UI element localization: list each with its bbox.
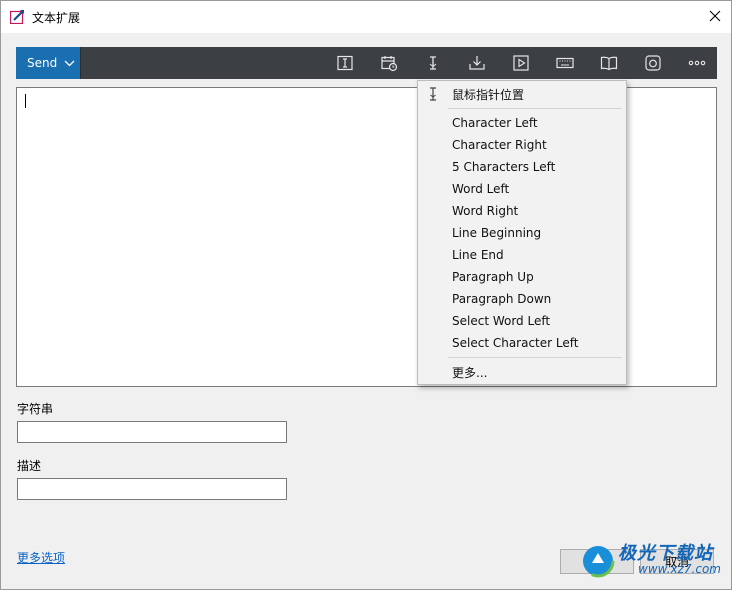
description-field[interactable] (17, 478, 287, 500)
keyboard-icon[interactable] (554, 52, 576, 74)
ok-button[interactable]: 确定 (560, 549, 634, 574)
description-label: 描述 (17, 459, 42, 473)
play-box-icon[interactable] (510, 52, 532, 74)
menu-item-label: 5 Characters Left (452, 160, 556, 174)
menu-item-label: Paragraph Down (452, 292, 552, 306)
menu-item-select-character-left[interactable]: Select Character Left (418, 332, 626, 354)
string-label: 字符串 (17, 402, 54, 416)
menu-item-label: Word Left (452, 182, 510, 196)
menu-item-label: Paragraph Up (452, 270, 534, 284)
cursor-position-icon (425, 86, 441, 102)
title-bar: 文本扩展 (1, 1, 731, 33)
more-options-link[interactable]: 更多选项 (17, 549, 65, 566)
close-button[interactable] (699, 1, 731, 31)
window-title: 文本扩展 (32, 11, 81, 25)
menu-item-character-left[interactable]: Character Left (418, 112, 626, 134)
menu-item-label: Line End (452, 248, 504, 262)
menu-item-label: Select Character Left (452, 336, 579, 350)
calendar-clock-icon[interactable] (378, 52, 400, 74)
cancel-button[interactable]: 取消 (640, 549, 714, 574)
send-label: Send (27, 56, 58, 70)
ok-label: 确定 (584, 555, 609, 569)
toolbar-divider (80, 47, 81, 79)
text-caret (25, 94, 26, 108)
close-icon (709, 10, 721, 22)
string-field[interactable] (17, 421, 287, 443)
book-icon[interactable] (598, 52, 620, 74)
menu-item-line-beginning[interactable]: Line Beginning (418, 222, 626, 244)
menu-item-word-right[interactable]: Word Right (418, 200, 626, 222)
menu-divider (448, 357, 622, 358)
menu-item-label: Select Word Left (452, 314, 551, 328)
snapshot-icon[interactable] (642, 52, 664, 74)
menu-item-label: 更多... (452, 365, 488, 380)
menu-item-cursor-position[interactable]: 鼠标指针位置 (418, 83, 626, 105)
toolbar: Send (16, 47, 717, 79)
menu-item-more[interactable]: 更多... (418, 361, 626, 383)
menu-item-5-characters-left[interactable]: 5 Characters Left (418, 156, 626, 178)
menu-item-line-end[interactable]: Line End (418, 244, 626, 266)
text-cursor-box-icon[interactable] (334, 52, 356, 74)
menu-item-select-word-left[interactable]: Select Word Left (418, 310, 626, 332)
menu-divider (448, 108, 622, 109)
menu-item-label: 鼠标指针位置 (452, 87, 525, 102)
more-horizontal-icon[interactable] (686, 52, 708, 74)
dialog-window: 文本扩展 Send 字符串 描述 更多选项 确定 取消 极光下载站 www.xz… (0, 0, 732, 590)
download-tray-icon[interactable] (466, 52, 488, 74)
cursor-position-icon[interactable] (422, 52, 444, 74)
menu-item-label: Word Right (452, 204, 519, 218)
app-icon (9, 9, 25, 25)
menu-item-label: Character Left (452, 116, 538, 130)
chevron-down-icon (64, 60, 75, 66)
menu-item-paragraph-up[interactable]: Paragraph Up (418, 266, 626, 288)
menu-item-character-right[interactable]: Character Right (418, 134, 626, 156)
send-button[interactable]: Send (16, 47, 80, 79)
menu-item-label: Line Beginning (452, 226, 542, 240)
insert-dropdown-menu: 鼠标指针位置 Character Left Character Right 5 … (417, 80, 627, 385)
menu-item-paragraph-down[interactable]: Paragraph Down (418, 288, 626, 310)
menu-item-label: Character Right (452, 138, 547, 152)
menu-item-word-left[interactable]: Word Left (418, 178, 626, 200)
cancel-label: 取消 (664, 555, 689, 569)
